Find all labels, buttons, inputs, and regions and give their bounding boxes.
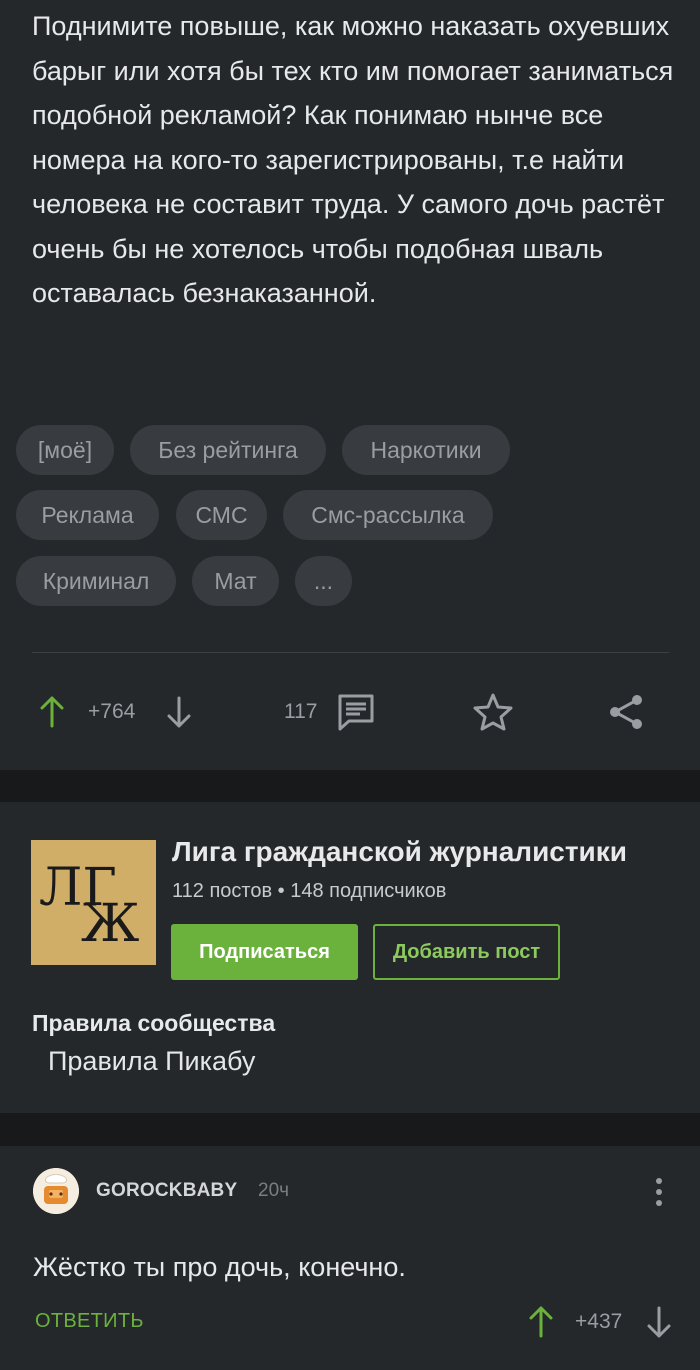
comment-more-button[interactable] xyxy=(650,1175,668,1209)
community-logo[interactable]: ЛГ Ж xyxy=(31,840,156,965)
tag-moe[interactable]: [моё] xyxy=(16,425,114,475)
avatar-image-icon xyxy=(33,1168,79,1214)
post-rating: +764 xyxy=(88,700,136,723)
post-body-text: Поднимите повыше, как можно наказать оху… xyxy=(32,11,674,308)
arrow-up-icon xyxy=(529,1306,553,1338)
comment-time: 20ч xyxy=(258,1180,290,1201)
tag-more[interactable]: ... xyxy=(295,556,352,606)
comment-upvote-button[interactable] xyxy=(529,1300,553,1344)
comment-downvote-button[interactable] xyxy=(647,1300,671,1344)
comment-icon xyxy=(338,694,374,731)
post-actions: +764 117 xyxy=(0,680,700,744)
comment-rating: +437 xyxy=(575,1310,623,1333)
community-rules-link[interactable]: Правила Пикабу xyxy=(48,1046,255,1077)
comments-count: 117 xyxy=(284,700,318,723)
arrow-up-icon xyxy=(40,696,64,728)
save-button[interactable] xyxy=(472,680,514,744)
tag-sms-rassylka[interactable]: Смс-рассылка xyxy=(283,490,493,540)
avatar[interactable] xyxy=(33,1168,79,1214)
comment-username[interactable]: GOROCKBABY xyxy=(96,1180,237,1202)
downvote-button[interactable] xyxy=(167,680,191,744)
arrow-down-icon xyxy=(167,696,191,728)
reply-button[interactable]: ОТВЕТИТЬ xyxy=(35,1310,144,1333)
more-vertical-icon xyxy=(656,1178,662,1206)
tag-bez-reytinga[interactable]: Без рейтинга xyxy=(130,425,326,475)
arrow-down-icon xyxy=(647,1306,671,1338)
add-post-button[interactable]: Добавить пост xyxy=(373,924,560,980)
comments-button[interactable]: 117 xyxy=(284,680,376,744)
community-name[interactable]: Лига гражданской журналистики xyxy=(172,836,627,868)
subscribe-button[interactable]: Подписаться xyxy=(171,924,358,980)
star-icon xyxy=(473,693,513,731)
community-rules-title: Правила сообщества xyxy=(32,1010,276,1036)
tag-sms[interactable]: СМС xyxy=(176,490,267,540)
upvote-button[interactable] xyxy=(40,680,64,744)
post-divider xyxy=(32,652,669,653)
share-button[interactable] xyxy=(606,680,646,744)
community-logo-text-2: Ж xyxy=(81,894,140,954)
tag-kriminal[interactable]: Криминал xyxy=(16,556,176,606)
comment-text: Жёстко ты про дочь, конечно. xyxy=(33,1252,406,1282)
community-stats: 112 постов • 148 подписчиков xyxy=(172,880,447,902)
tag-narkotiki[interactable]: Наркотики xyxy=(342,425,510,475)
tag-reklama[interactable]: Реклама xyxy=(16,490,159,540)
share-icon xyxy=(610,695,642,729)
tag-mat[interactable]: Мат xyxy=(192,556,279,606)
